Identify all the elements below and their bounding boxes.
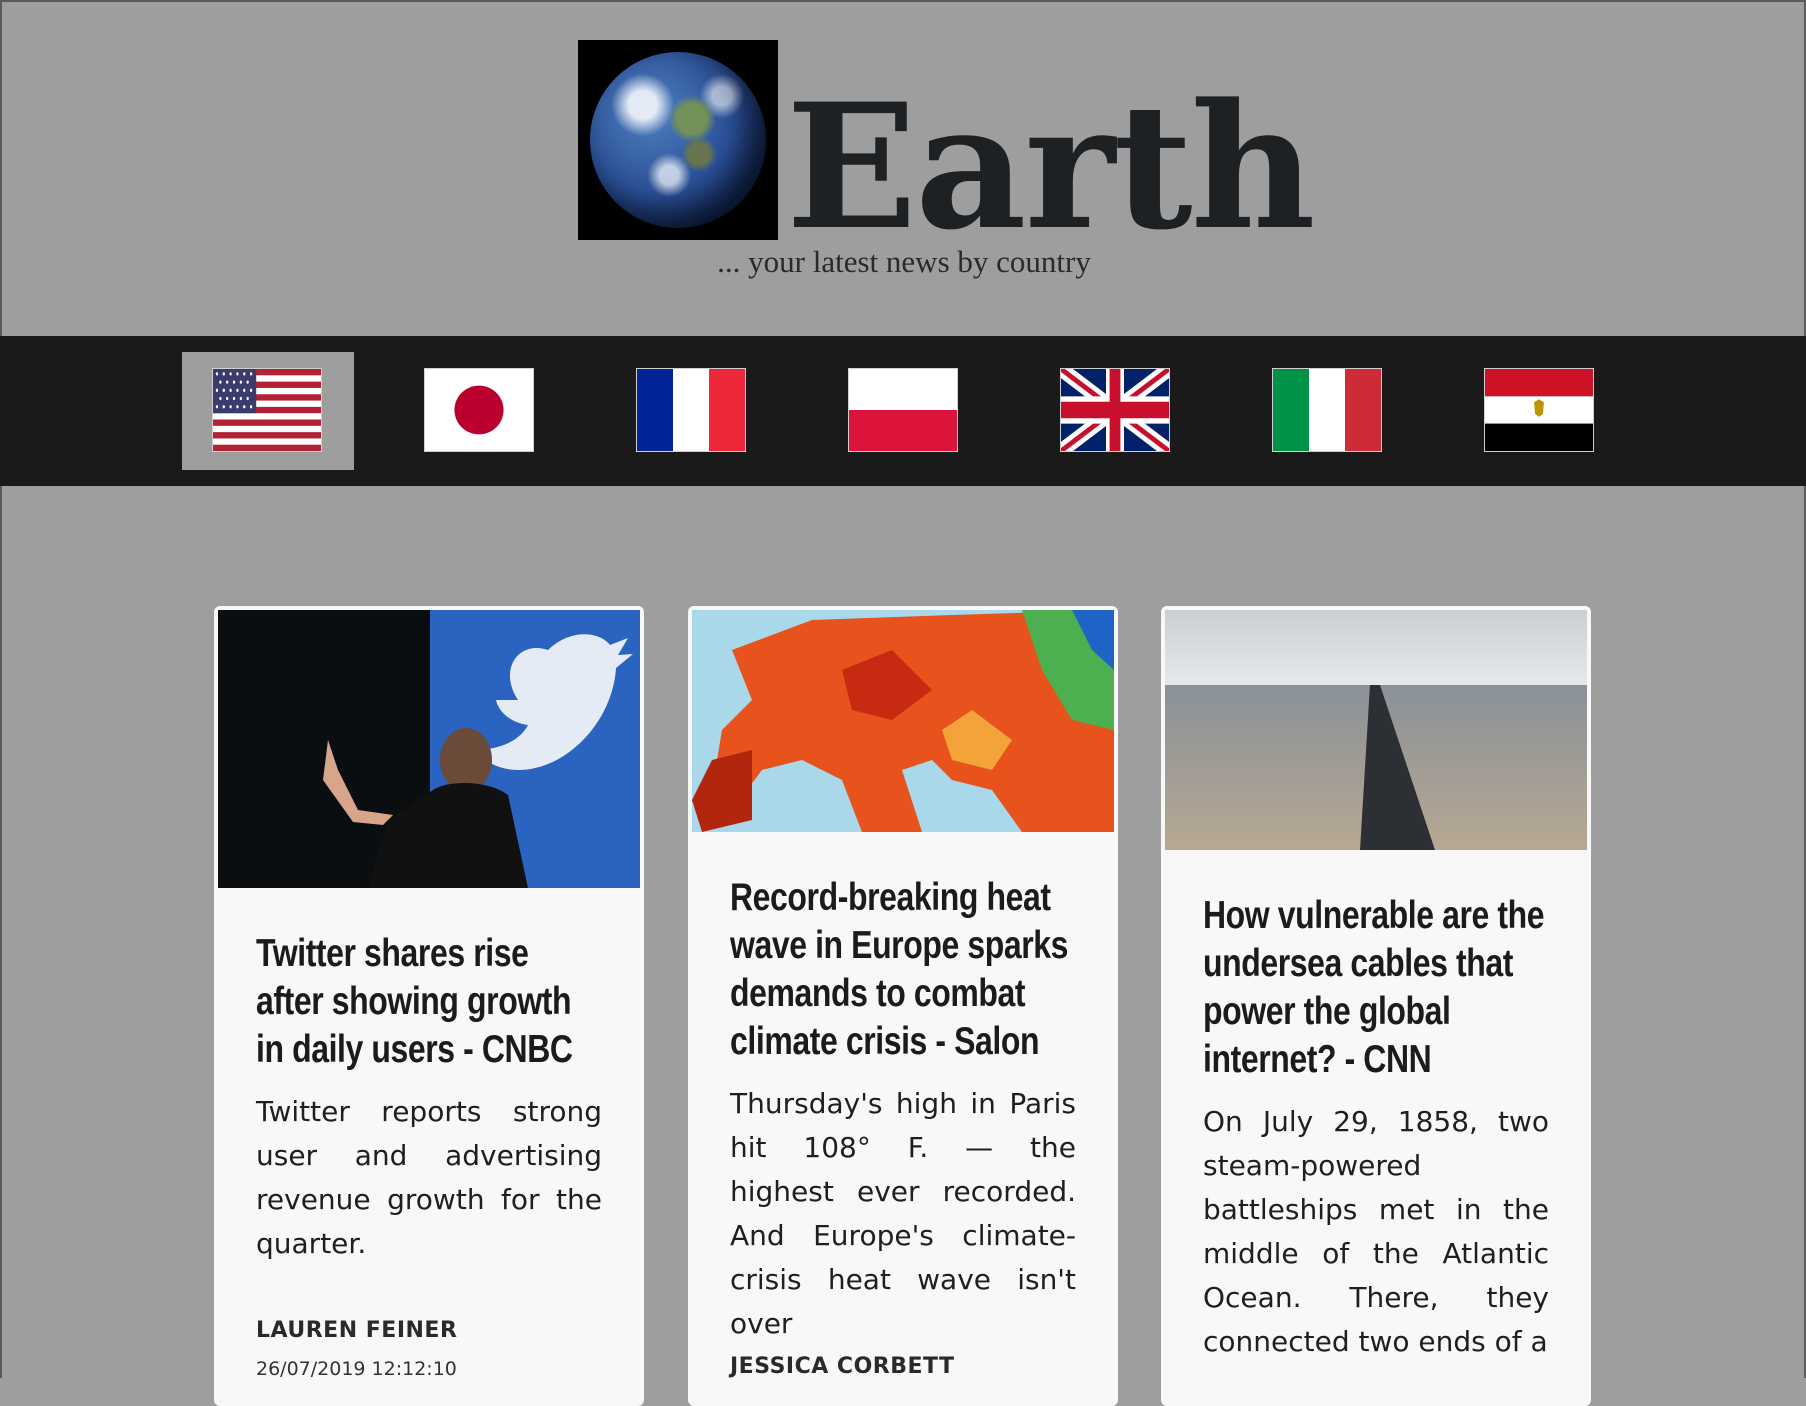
country-tab-france[interactable]: [606, 352, 778, 470]
uk-flag-icon: [1060, 368, 1170, 452]
country-tab-us[interactable]: [182, 352, 354, 470]
country-tab-uk[interactable]: [1030, 352, 1202, 470]
site-tagline: ... your latest news by country: [717, 244, 1091, 279]
article-image-twitter[interactable]: [218, 610, 640, 888]
country-tab-japan[interactable]: [394, 352, 566, 470]
article-card[interactable]: Twitter shares rise after showing growth…: [214, 606, 644, 1406]
article-card[interactable]: Record-breaking heat wave in Europe spar…: [688, 606, 1118, 1406]
globe-icon: [590, 52, 766, 228]
article-description: Thursday's high in Paris hit 108° F. — t…: [730, 1087, 1076, 1340]
italy-flag-icon: [1272, 368, 1382, 452]
egypt-flag-icon: [1484, 368, 1594, 452]
article-title[interactable]: Record-breaking heat wave in Europe spar…: [730, 874, 1074, 1066]
poland-flag-icon: [848, 368, 958, 452]
article-image-heatmap[interactable]: [692, 610, 1114, 832]
article-card[interactable]: How vulnerable are the undersea cables t…: [1161, 606, 1591, 1406]
us-flag-icon: [212, 368, 322, 452]
earth-logo[interactable]: [578, 40, 778, 240]
country-tab-italy[interactable]: [1242, 352, 1414, 470]
france-flag-icon: [636, 368, 746, 452]
article-title[interactable]: Twitter shares rise after showing growth…: [256, 930, 600, 1074]
country-tab-poland[interactable]: [818, 352, 990, 470]
article-title[interactable]: How vulnerable are the undersea cables t…: [1203, 892, 1547, 1084]
article-author: LAUREN FEINER: [256, 1318, 458, 1343]
site-header: Earth ... your latest news by country: [0, 0, 1806, 336]
article-author: JESSICA CORBETT: [730, 1354, 955, 1379]
article-date: 26/07/2019 12:12:10: [256, 1358, 457, 1380]
country-tab-egypt[interactable]: [1454, 352, 1626, 470]
site-title[interactable]: Earth: [786, 72, 1316, 262]
article-description: Twitter reports strong user and advertis…: [256, 1095, 602, 1260]
article-description: On July 29, 1858, two steam-powered batt…: [1203, 1105, 1549, 1358]
japan-flag-icon: [424, 368, 534, 452]
country-nav: [0, 336, 1806, 486]
article-image-cable[interactable]: [1165, 610, 1587, 850]
